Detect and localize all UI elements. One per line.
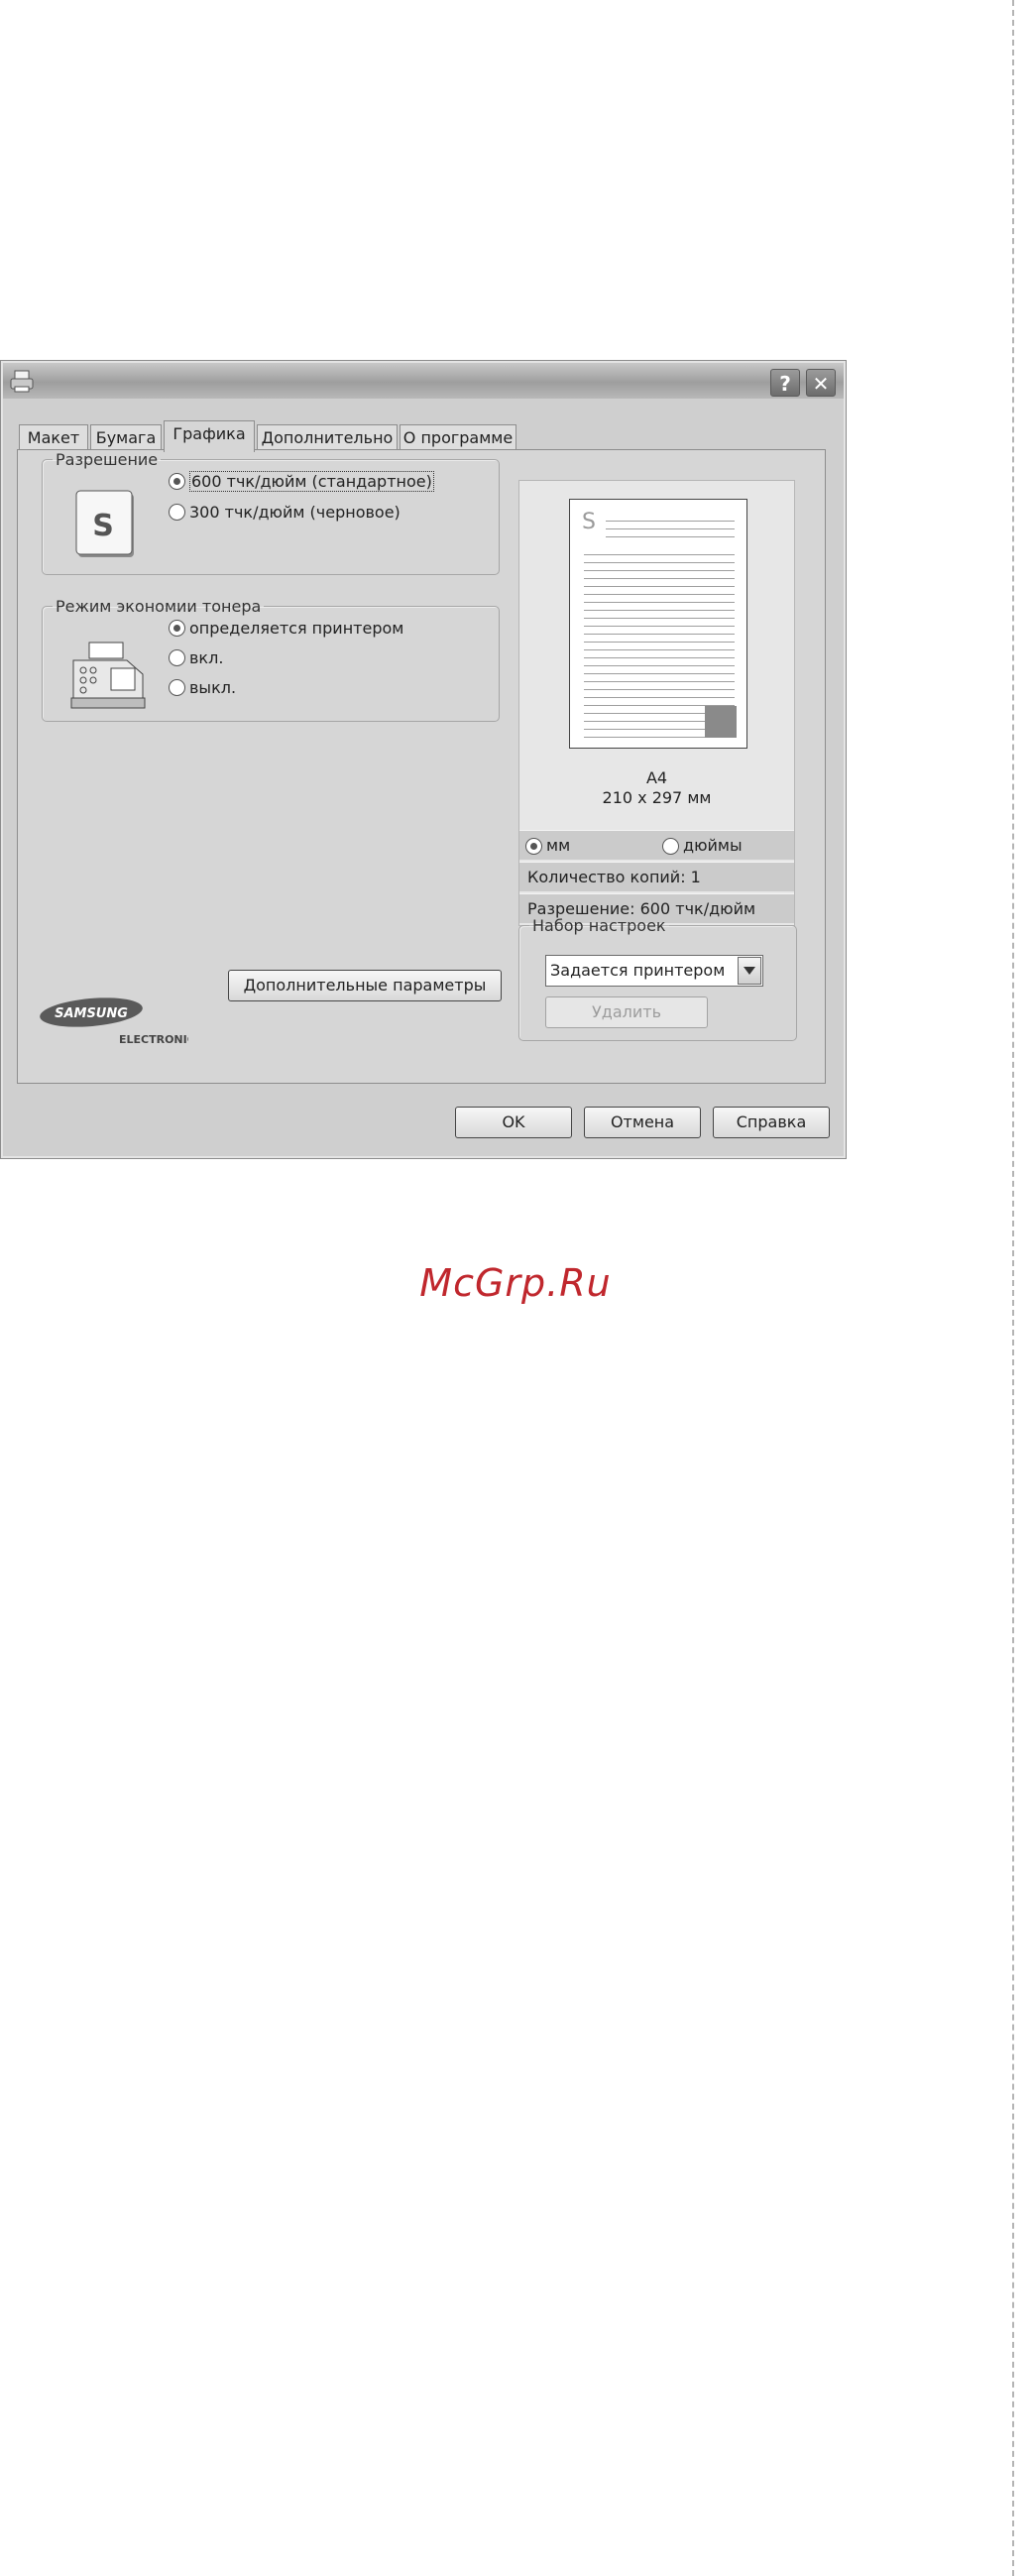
paper-size: 210 x 297 мм	[602, 788, 712, 807]
paper-preview: S A4 210 x 297 мм мм дюймы Количество ко…	[518, 480, 795, 926]
page-image-block	[705, 706, 737, 738]
tab-about[interactable]: О программе	[400, 424, 516, 450]
page-letter: S	[582, 510, 596, 534]
unit-mm-option[interactable]: мм	[525, 834, 570, 858]
toner-off-option[interactable]: выкл.	[169, 675, 236, 699]
radio-checked[interactable]	[169, 619, 185, 637]
title-bar: ? ✕	[3, 363, 844, 399]
favorites-dropdown[interactable]: Задается принтером	[545, 955, 763, 987]
tab-paper[interactable]: Бумага	[90, 424, 162, 450]
radio-unchecked[interactable]	[662, 837, 679, 855]
printer-properties-dialog: ? ✕ Макет Бумага Графика Дополнительно О…	[0, 360, 847, 1159]
unit-inch-label: дюймы	[683, 836, 743, 855]
radio-checked[interactable]	[169, 472, 185, 490]
cancel-button[interactable]: Отмена	[584, 1107, 701, 1138]
copies-info: Количество копий: 1	[519, 862, 794, 891]
samsung-logo: SAMSUNG ELECTRONICS	[40, 997, 188, 1046]
svg-text:SAMSUNG: SAMSUNG	[55, 1006, 128, 1021]
favorites-group: Набор настроек Задается принтером Удалит…	[518, 916, 797, 1041]
watermark-text: McGrp.Ru	[419, 1261, 612, 1305]
toner-save-legend: Режим экономии тонера	[56, 597, 262, 616]
help-title-button[interactable]: ?	[770, 369, 800, 397]
page-text-lines	[606, 514, 735, 543]
close-icon[interactable]: ✕	[806, 369, 836, 397]
printer-toner-icon	[70, 642, 146, 709]
svg-text:S: S	[92, 509, 114, 543]
radio-unchecked[interactable]	[169, 503, 185, 521]
toner-printer-option[interactable]: определяется принтером	[169, 616, 403, 640]
radio-unchecked[interactable]	[169, 678, 185, 696]
unit-inch-option[interactable]: дюймы	[662, 834, 743, 858]
help-button[interactable]: Справка	[713, 1107, 830, 1138]
resolution-300-label: 300 тчк/дюйм (черновое)	[189, 502, 401, 522]
ok-button[interactable]: OK	[455, 1107, 572, 1138]
units-row: мм дюймы	[519, 830, 794, 860]
paper-name: A4	[645, 768, 668, 787]
resolution-600-label: 600 тчк/дюйм (стандартное)	[189, 470, 434, 492]
tab-graphics[interactable]: Графика	[164, 420, 255, 452]
graphics-panel: Разрешение S 600 тчк/дюйм (стандартное) …	[17, 449, 826, 1084]
toner-off-label: выкл.	[189, 677, 237, 697]
page-thumbnail: S	[569, 499, 747, 749]
toner-printer-label: определяется принтером	[189, 618, 404, 638]
unit-mm-label: мм	[546, 836, 571, 855]
resolution-300-option[interactable]: 300 тчк/дюйм (черновое)	[169, 500, 401, 524]
tab-extras[interactable]: Дополнительно	[257, 424, 398, 450]
delete-button[interactable]: Удалить	[545, 996, 708, 1028]
printer-icon	[10, 370, 34, 393]
tab-layout[interactable]: Макет	[19, 424, 88, 450]
radio-checked[interactable]	[525, 837, 542, 855]
advanced-options-button[interactable]: Дополнительные параметры	[228, 970, 502, 1001]
favorites-legend: Набор настроек	[532, 916, 666, 935]
toner-on-option[interactable]: вкл.	[169, 645, 223, 669]
resolution-600-option[interactable]: 600 тчк/дюйм (стандартное)	[169, 469, 434, 493]
chevron-down-icon[interactable]	[738, 957, 761, 985]
svg-text:ELECTRONICS: ELECTRONICS	[119, 1033, 188, 1046]
radio-unchecked[interactable]	[169, 648, 185, 666]
toner-on-label: вкл.	[189, 647, 224, 667]
resolution-legend: Разрешение	[56, 450, 159, 469]
favorites-selected: Задается принтером	[550, 961, 726, 980]
resolution-s-icon: S	[75, 490, 134, 557]
